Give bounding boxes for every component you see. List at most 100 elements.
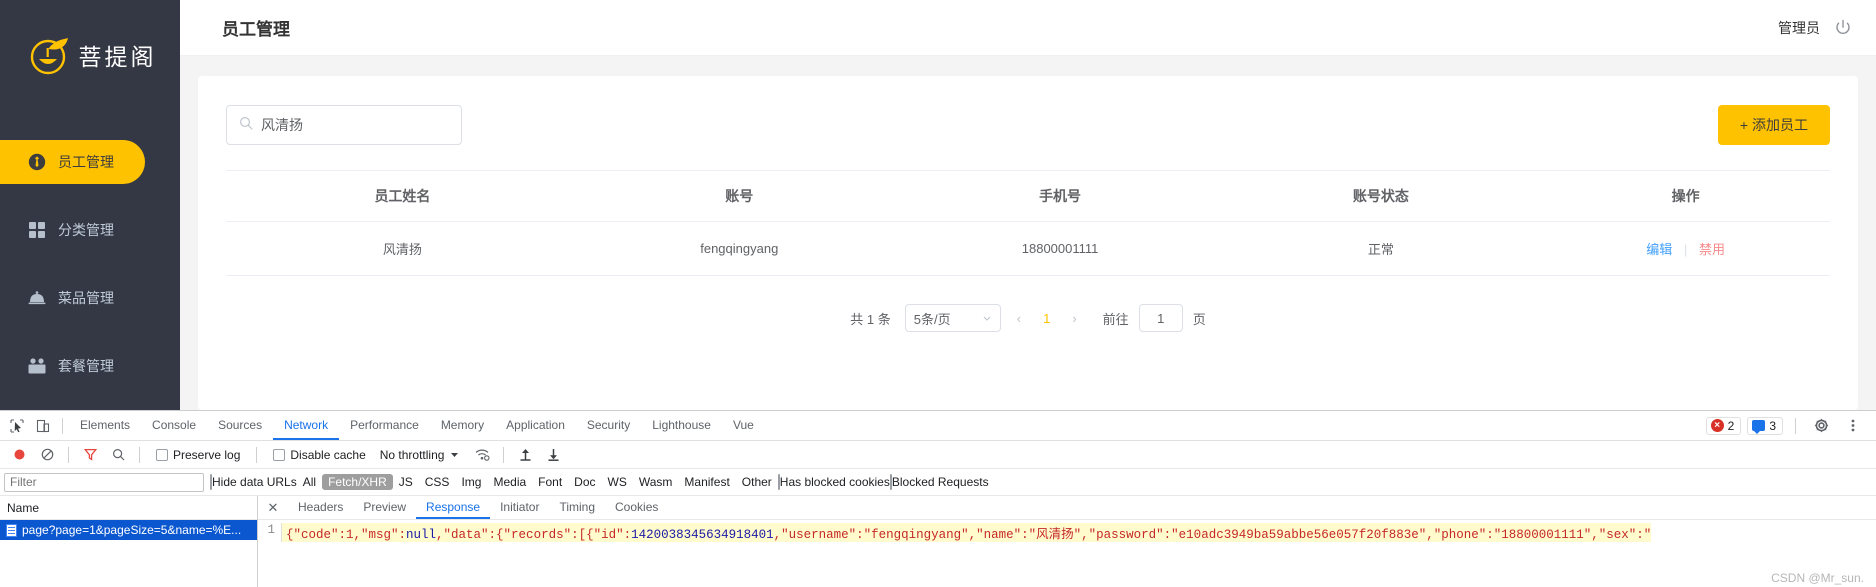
column-header-request-name: Name [7,500,40,515]
jump-unit: 页 [1192,311,1206,327]
devtools-tabbar: Elements Console Sources Network Perform… [0,411,1876,441]
tab-vue[interactable]: Vue [722,411,765,440]
preserve-log-checkbox[interactable]: Preserve log [156,448,240,462]
filter-type-js[interactable]: JS [393,474,419,490]
json-part-3: ,"username":"fengqingyang","name":"风清扬",… [773,528,1652,542]
column-header-status: 账号状态 [1220,170,1542,222]
action-divider: | [1683,242,1688,257]
device-toolbar-icon[interactable] [30,414,56,438]
edit-link[interactable]: 编辑 [1646,242,1672,257]
tab-application[interactable]: Application [495,411,576,440]
error-count-badge[interactable]: × 2 [1705,416,1742,435]
combo-meal-icon [28,357,46,375]
blocked-requests-checkbox[interactable]: Blocked Requests [889,474,989,490]
filter-input[interactable] [4,472,204,492]
chevron-down-icon [982,311,992,326]
tab-memory[interactable]: Memory [430,411,495,440]
download-arrow-icon[interactable] [540,443,566,467]
filter-type-doc[interactable]: Doc [568,474,601,490]
preserve-log-label: Preserve log [173,447,241,462]
toolbar-divider [139,446,140,463]
next-page-button[interactable]: › [1066,311,1082,326]
tab-security[interactable]: Security [576,411,641,440]
search-box[interactable] [226,105,462,145]
clear-no-entry-icon[interactable] [34,443,60,467]
search-input[interactable] [261,117,449,133]
sidebar-item-combo[interactable]: 套餐管理 [0,344,180,388]
subtab-initiator[interactable]: Initiator [490,496,549,519]
sidebar-nav: 员工管理 分类管理 菜品管理 套餐管理 [0,140,180,388]
jump-page-input[interactable] [1138,304,1183,332]
sidebar-item-category[interactable]: 分类管理 [0,208,180,252]
devtools-panel: Elements Console Sources Network Perform… [0,410,1876,587]
funnel-icon[interactable] [77,443,103,467]
filter-type-css[interactable]: CSS [419,474,456,490]
inspect-cursor-icon[interactable] [4,414,30,438]
employee-tie-icon [28,153,46,171]
caret-down-icon [450,448,459,462]
filter-type-wasm[interactable]: Wasm [633,474,679,490]
json-null-value: null [406,528,437,542]
filter-type-media[interactable]: Media [487,474,532,490]
subtab-preview[interactable]: Preview [353,496,416,519]
page-size-value: 5条/页 [913,311,951,327]
record-circle-icon[interactable] [6,443,32,467]
brand-logo: 菩提阁 [0,0,180,110]
jump-label: 前往 [1102,311,1129,327]
devtools-status-group: × 2 3 [1705,414,1876,438]
tab-network[interactable]: Network [273,411,340,440]
cell-status: 正常 [1220,221,1542,276]
column-header-phone: 手机号 [899,170,1221,222]
upload-arrow-icon[interactable] [512,443,538,467]
page-size-select[interactable]: 5条/页 [904,304,1001,332]
filter-type-manifest[interactable]: Manifest [678,474,735,490]
subtab-headers[interactable]: Headers [288,496,353,519]
prev-page-button[interactable]: ‹ [1011,311,1027,326]
search-icon[interactable] [105,443,131,467]
pagination-total: 共 1 条 [850,311,891,327]
tab-lighthouse[interactable]: Lighthouse [641,411,722,440]
sidebar-item-dish[interactable]: 菜品管理 [0,276,180,320]
response-json[interactable]: {"code":1,"msg":null,"data":{"records":[… [282,523,1652,542]
filter-type-font[interactable]: Font [532,474,568,490]
wifi-settings-icon[interactable] [469,443,495,467]
filter-type-img[interactable]: Img [455,474,487,490]
throttling-select[interactable]: No throttling [380,448,460,462]
list-item[interactable]: page?page=1&pageSize=5&name=%E... [0,520,257,540]
disable-link[interactable]: 禁用 [1699,242,1725,257]
cell-account: fengqingyang [578,221,900,276]
gear-icon[interactable] [1808,414,1834,438]
header-right-group: 管理员 [1778,18,1852,38]
sidebar-item-label: 套餐管理 [58,358,114,374]
cloche-dish-icon [28,289,46,307]
status-divider [1795,417,1796,434]
page-content: + 添加员工 员工姓名 账号 手机号 账号状态 操作 风清扬 fengqingy… [180,56,1876,410]
tab-console[interactable]: Console [141,411,207,440]
sidebar-item-employee[interactable]: 员工管理 [0,140,145,184]
tab-sources[interactable]: Sources [207,411,273,440]
hide-data-urls-label: Hide data URLs [212,475,297,489]
sidebar-item-label: 分类管理 [58,222,114,238]
close-icon[interactable]: ✕ [264,499,282,517]
subtab-timing[interactable]: Timing [549,496,605,519]
page-number-1[interactable]: 1 [1037,311,1056,326]
hide-data-urls-checkbox[interactable]: Hide data URLs [210,474,297,490]
disable-cache-checkbox[interactable]: Disable cache [273,448,366,462]
filter-type-other[interactable]: Other [736,474,778,490]
tab-performance[interactable]: Performance [339,411,430,440]
cell-actions: 编辑 | 禁用 [1541,221,1830,276]
has-blocked-cookies-checkbox[interactable]: Has blocked cookies [777,474,890,490]
kebab-menu-icon[interactable] [1840,414,1866,438]
watermark: CSDN @Mr_sun. [1771,571,1864,585]
subtab-cookies[interactable]: Cookies [605,496,668,519]
filter-type-ws[interactable]: WS [602,474,633,490]
message-count-badge[interactable]: 3 [1747,416,1783,435]
power-off-icon[interactable] [1834,19,1852,37]
subtab-response[interactable]: Response [416,496,491,519]
filter-type-fetch-xhr[interactable]: Fetch/XHR [322,474,393,490]
column-header-actions: 操作 [1541,170,1830,222]
has-blocked-cookies-label: Has blocked cookies [779,475,890,489]
add-employee-button[interactable]: + 添加员工 [1717,105,1830,145]
tab-elements[interactable]: Elements [69,411,141,440]
filter-type-all[interactable]: All [297,474,322,490]
